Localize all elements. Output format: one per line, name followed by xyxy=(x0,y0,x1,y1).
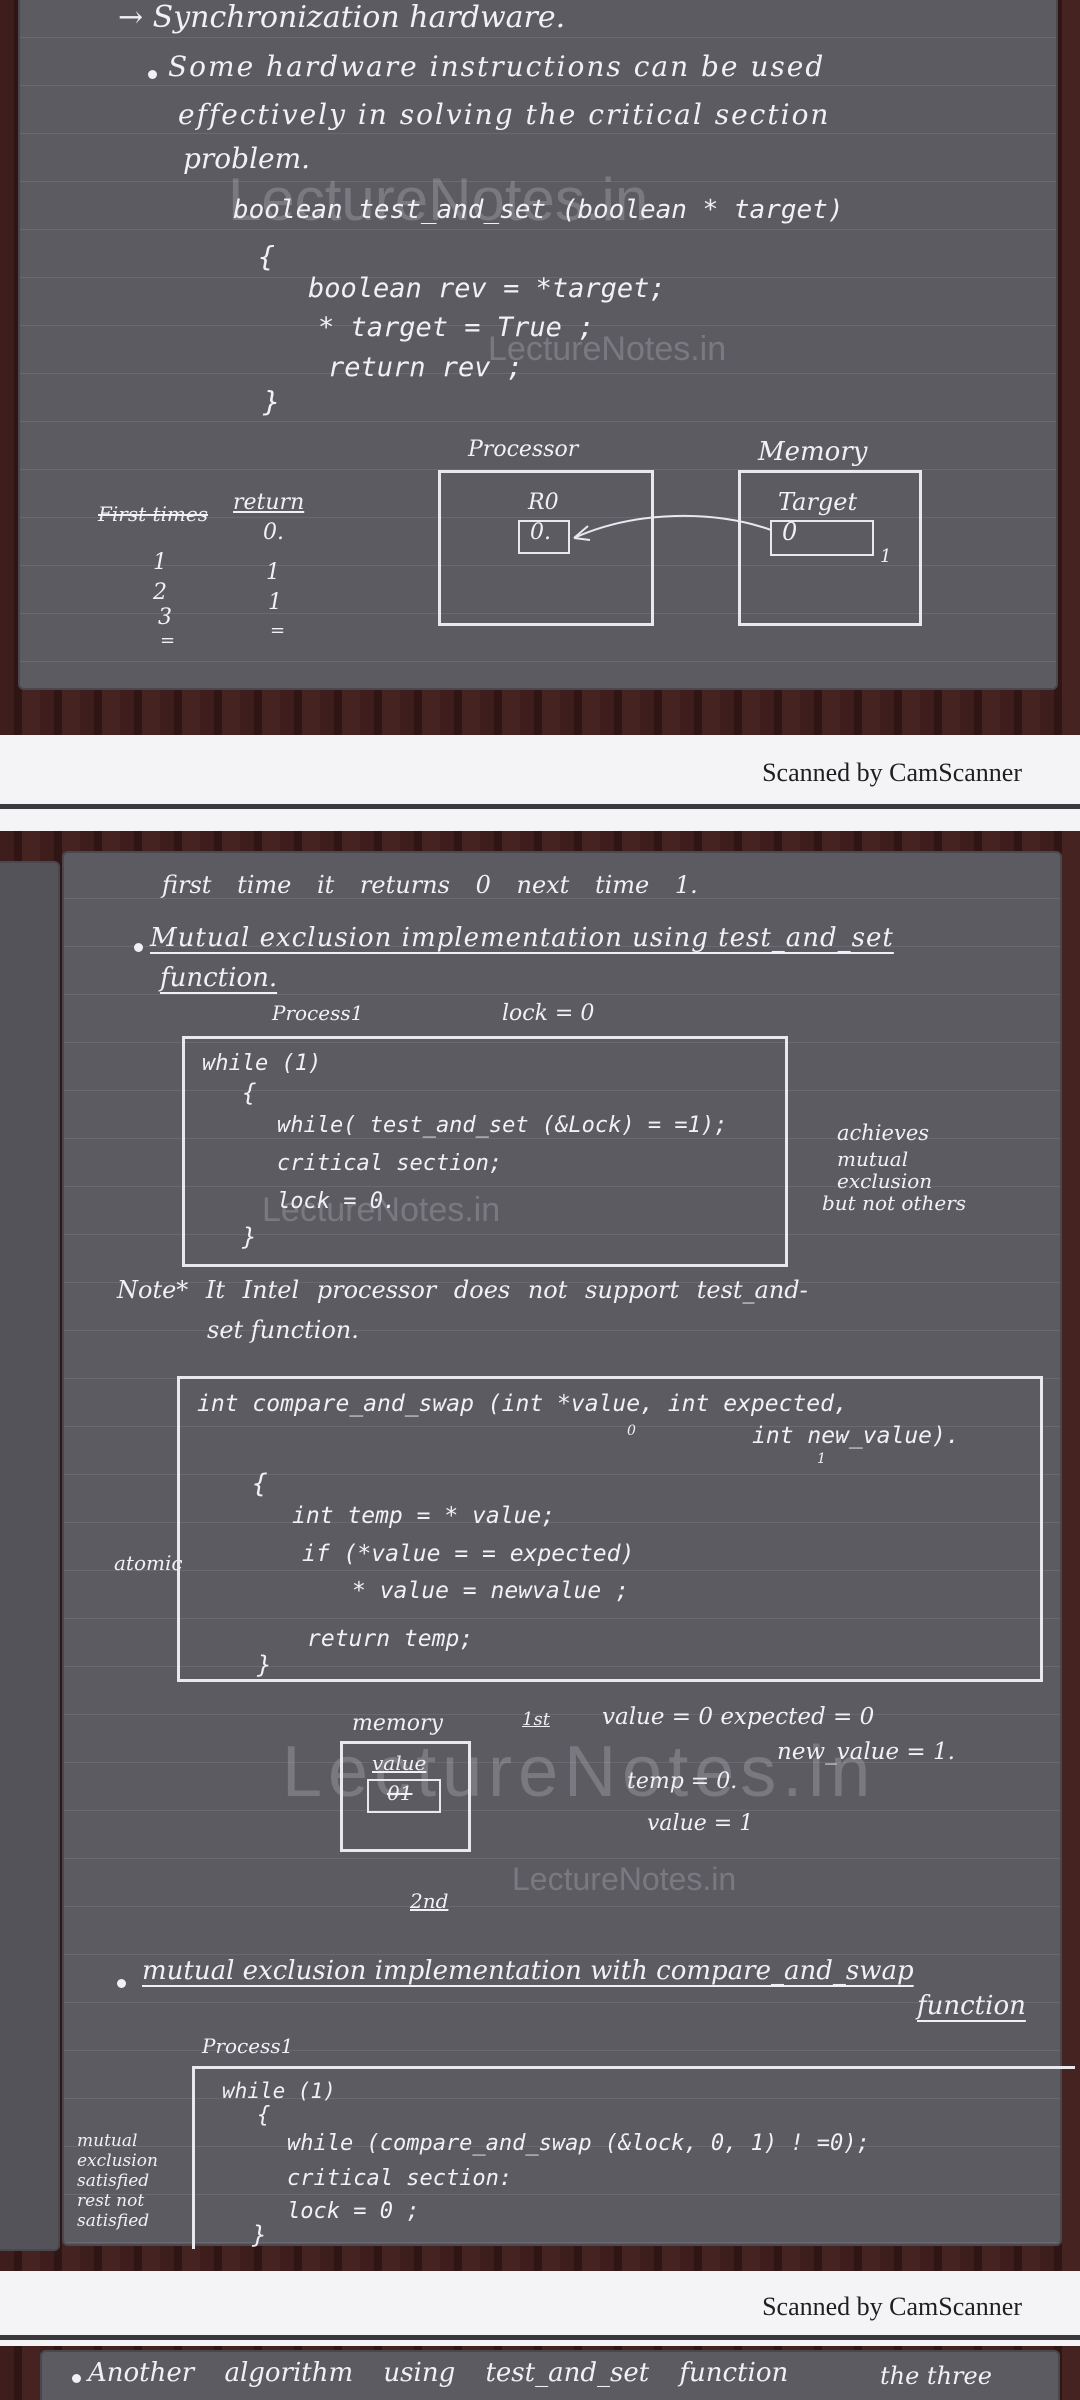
code-line: if (*value = = expected) xyxy=(302,1541,635,1567)
code-line: } xyxy=(257,1651,272,1679)
code-line: } xyxy=(263,385,280,418)
section-title: mutual exclusion implementation with com… xyxy=(142,1956,914,1986)
times-value: 2 xyxy=(153,580,167,605)
side-note: satisfied xyxy=(77,2171,150,2191)
side-note: but not others xyxy=(822,1191,967,1215)
note-line: Note* It Intel processor does not suppor… xyxy=(117,1276,808,1304)
section-heading: → Synchronization hardware. xyxy=(118,0,566,35)
side-note: mutual xyxy=(837,1147,909,1171)
bullet-line: Some hardware instructions can be used xyxy=(168,50,826,83)
return-value: = xyxy=(270,620,286,641)
notebook-page: LectureNotes.in LectureNotes.in LectureN… xyxy=(62,851,1075,2249)
code-line: critical section; xyxy=(277,1151,503,1176)
code-line: { xyxy=(258,240,275,273)
code-line: int temp = * value; xyxy=(292,1503,556,1529)
eval-line: value = 1 xyxy=(647,1811,754,1836)
bullet-dot xyxy=(148,70,157,79)
code-line: critical section: xyxy=(287,2166,513,2191)
code-line: while( test_and_set (&Lock) = =1); xyxy=(277,1113,728,1138)
bullet-dot xyxy=(117,1979,126,1988)
step-marker: 1st xyxy=(522,1709,550,1730)
process-label: Process1 xyxy=(272,1001,364,1025)
bullet-line: problem. xyxy=(183,142,311,175)
target-label: Target xyxy=(778,488,858,516)
memory-label: memory xyxy=(352,1711,443,1736)
processor-label: Processor xyxy=(468,437,579,462)
code-line: while (compare_and_swap (&lock, 0, 1) ! … xyxy=(287,2131,870,2156)
return-value: 1 xyxy=(268,590,282,615)
scanner-credit: Scanned by CamScanner xyxy=(762,758,1022,787)
scanner-credit: Scanned by CamScanner xyxy=(762,2292,1022,2321)
notebook-page: Another algorithm using test_and_set fun… xyxy=(40,2350,1060,2400)
section-title: Mutual exclusion implementation using te… xyxy=(150,923,894,953)
return-value: 1 xyxy=(266,560,280,585)
code-line: * target = True ; xyxy=(318,312,595,343)
side-note: achieves xyxy=(837,1121,930,1145)
notebook-page: LectureNotes.in LectureNotes.in → Synchr… xyxy=(18,0,1058,690)
code-line: return rev ; xyxy=(328,352,524,383)
times-value: = xyxy=(160,630,176,651)
code-line: boolean rev = *target; xyxy=(308,273,666,304)
return-value: 0. xyxy=(263,520,284,545)
bullet-line: effectively in solving the critical sect… xyxy=(178,98,831,131)
target-new-value: 1 xyxy=(880,546,892,567)
code-line: * value = newvalue ; xyxy=(352,1578,629,1604)
atomic-label: atomic xyxy=(114,1551,183,1575)
code-line: lock = 0. xyxy=(277,1189,397,1214)
watermark: LectureNotes.in xyxy=(512,1861,737,1897)
code-line: } xyxy=(252,2221,267,2249)
code-line: { xyxy=(257,2103,271,2128)
side-note: exclusion xyxy=(77,2151,158,2171)
section-title: function xyxy=(917,1991,1026,2021)
side-note: satisfied xyxy=(77,2211,150,2231)
code-line: } xyxy=(242,1223,257,1251)
code-line: boolean test_and_set (boolean * target) xyxy=(233,195,844,225)
eval-line: value = 0 expected = 0 xyxy=(602,1704,875,1730)
eval-line: new_value = 1. xyxy=(777,1739,955,1765)
value-cell-text: 01 xyxy=(387,1781,413,1805)
text-line: Another algorithm using test_and_set fun… xyxy=(88,2358,789,2388)
code-line: while (1) xyxy=(202,1051,322,1076)
process-label: Process1 xyxy=(202,2034,294,2058)
text-line: the three xyxy=(880,2362,992,2390)
step-marker: 2nd xyxy=(410,1889,449,1913)
scan-page-1: LectureNotes.in LectureNotes.in → Synchr… xyxy=(0,0,1080,735)
memory-label: Memory xyxy=(758,437,868,467)
target-value: 0 xyxy=(782,518,798,546)
register-label: R0 xyxy=(528,490,559,515)
code-line: return temp; xyxy=(307,1626,474,1652)
code-line: while (1) xyxy=(222,2079,336,2103)
annotation: 1 xyxy=(817,1451,826,1467)
lock-init: lock = 0 xyxy=(502,1001,595,1026)
annotation: 0 xyxy=(627,1423,636,1439)
scan-page-3: Another algorithm using test_and_set fun… xyxy=(0,2346,1080,2400)
note-line: set function. xyxy=(207,1316,359,1344)
notebook-page-left xyxy=(0,861,60,2251)
eval-line: temp = 0. xyxy=(627,1769,738,1794)
times-value: 1 xyxy=(153,550,167,575)
bullet-dot xyxy=(72,2374,81,2383)
side-note: mutual xyxy=(77,2131,138,2151)
text-line: first time it returns 0 next time 1. xyxy=(162,871,698,899)
code-line: int compare_and_swap (int *value, int ex… xyxy=(197,1391,848,1417)
pointer-arrow xyxy=(573,514,772,541)
code-line: lock = 0 ; xyxy=(287,2199,420,2224)
times-header: First times xyxy=(98,502,208,526)
gap-band xyxy=(0,809,1080,831)
code-line: { xyxy=(242,1079,257,1107)
bullet-dot xyxy=(134,943,143,952)
return-header: return xyxy=(233,490,305,515)
code-line: { xyxy=(252,1469,268,1499)
scan-page-2: LectureNotes.in LectureNotes.in LectureN… xyxy=(0,831,1080,2271)
side-note: rest not xyxy=(77,2191,145,2211)
section-title: function. xyxy=(160,963,278,993)
code-line: int new_value). xyxy=(752,1423,960,1449)
value-label: value xyxy=(372,1751,427,1775)
times-value: 3 xyxy=(158,605,172,630)
register-value: 0. xyxy=(530,520,551,545)
side-note: exclusion xyxy=(837,1169,933,1193)
